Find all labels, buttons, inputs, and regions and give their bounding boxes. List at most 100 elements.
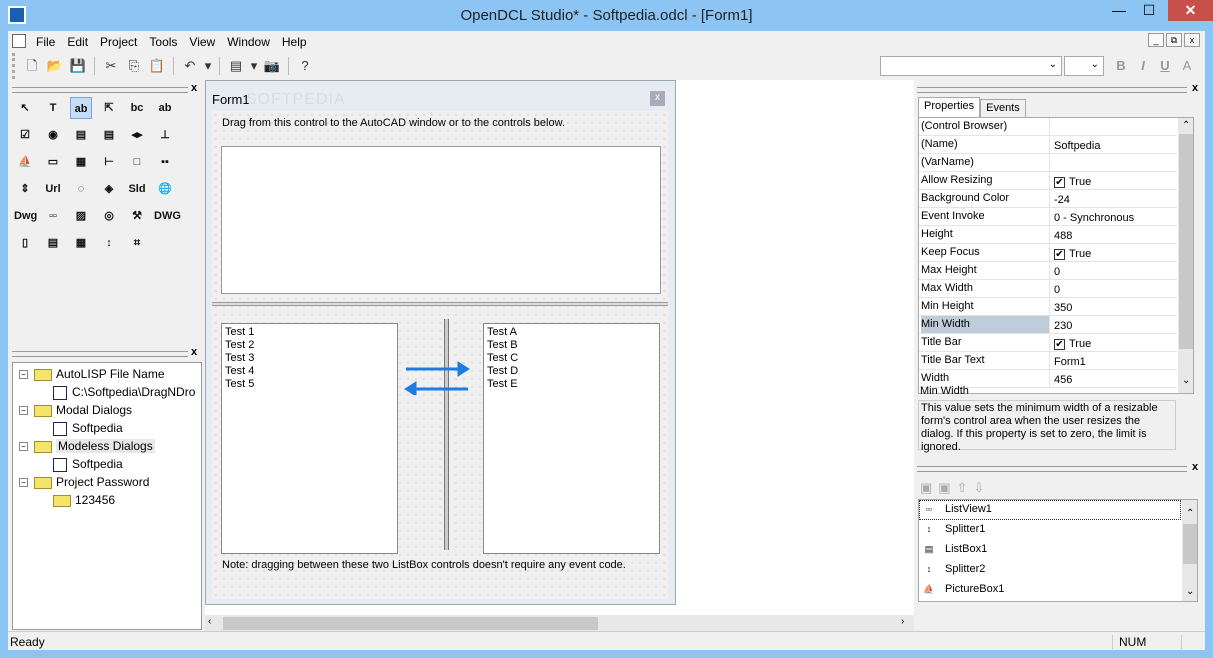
dropdown-icon[interactable]: ▾ xyxy=(248,55,260,77)
mdi-close-button[interactable]: x xyxy=(1184,33,1200,47)
close-button[interactable]: ✕ xyxy=(1168,0,1213,21)
menu-view[interactable]: View xyxy=(183,33,221,51)
drag-source-control[interactable] xyxy=(221,146,661,294)
toolbox-tool-icon[interactable]: ab xyxy=(70,97,92,119)
control-list-item[interactable]: ▫▫ ListView1 xyxy=(919,500,1181,520)
toolbox-tool-icon[interactable]: ▦ xyxy=(70,232,92,254)
toolbox-tool-icon[interactable]: ↖ xyxy=(14,97,36,119)
toolbox-tool-icon[interactable]: ▤ xyxy=(70,124,92,146)
bold-button[interactable]: B xyxy=(1110,55,1132,77)
toolbox-tool-icon[interactable]: Url xyxy=(42,178,64,200)
control-list-item[interactable]: ↕ Splitter1 xyxy=(919,520,1181,540)
toolbox-tool-icon[interactable]: ▭ xyxy=(42,151,64,173)
paste-icon[interactable]: 📋 xyxy=(146,55,168,77)
property-row[interactable]: Max Width 0 xyxy=(919,280,1177,298)
scroll-down-icon[interactable]: ⌄ xyxy=(1182,375,1190,386)
property-row[interactable]: Allow Resizing ✔ True xyxy=(919,172,1177,190)
menu-file[interactable]: File xyxy=(30,33,61,51)
toolbox-tool-icon[interactable]: ▯ xyxy=(14,232,36,254)
checkbox-checked-icon[interactable]: ✔ xyxy=(1054,339,1065,350)
tab-properties[interactable]: Properties xyxy=(918,97,981,118)
tree-item[interactable]: Softpedia xyxy=(19,455,201,473)
toolbox-tool-icon[interactable]: ↕ xyxy=(98,232,120,254)
scroll-down-icon[interactable]: ⌄ xyxy=(1186,586,1194,597)
dropdown-icon[interactable]: ▾ xyxy=(202,55,214,77)
toolbox-tool-icon[interactable]: ▦ xyxy=(70,151,92,173)
move-up-icon[interactable]: ⇧ xyxy=(957,480,968,496)
toolbox-tool-icon[interactable]: ◌ xyxy=(70,178,92,200)
toolbox-tool-icon[interactable]: ▫▫ xyxy=(42,205,64,227)
undo-icon[interactable]: ↶ xyxy=(179,55,201,77)
toolbox-tool-icon[interactable]: bc xyxy=(126,97,148,119)
list-item[interactable]: Test 4 xyxy=(225,365,394,378)
property-value[interactable]: 456 xyxy=(1054,372,1072,388)
form1-window[interactable]: Form1 SOFTPEDIA x Drag from this control… xyxy=(205,80,676,605)
property-value[interactable]: 350 xyxy=(1054,300,1072,316)
form-icon[interactable]: ▤ xyxy=(225,55,247,77)
close-icon[interactable]: x xyxy=(191,346,197,358)
minimize-button[interactable]: — xyxy=(1105,0,1133,21)
scroll-up-icon[interactable]: ⌃ xyxy=(1182,120,1190,131)
collapse-icon[interactable]: − xyxy=(19,442,28,452)
tree-item[interactable]: − Modal Dialogs xyxy=(19,401,201,419)
tree-item[interactable]: C:\Softpedia\DragNDro xyxy=(19,383,201,401)
help-icon[interactable]: ? xyxy=(294,55,316,77)
property-row[interactable]: Background Color -24 xyxy=(919,190,1177,208)
property-row[interactable]: Height 488 xyxy=(919,226,1177,244)
scroll-thumb[interactable] xyxy=(223,617,598,630)
list-item[interactable]: Test D xyxy=(487,365,656,378)
close-icon[interactable]: x xyxy=(1192,82,1198,94)
list-item[interactable]: Test C xyxy=(487,352,656,365)
property-row[interactable]: (Name) Softpedia xyxy=(919,136,1177,154)
list-item[interactable]: Test 5 xyxy=(225,378,394,391)
tree-item[interactable]: − AutoLISP File Name xyxy=(19,365,201,383)
align-button[interactable]: A xyxy=(1176,55,1198,77)
property-value[interactable]: Form1 xyxy=(1054,354,1086,370)
control-list-item[interactable]: ↕ Splitter2 xyxy=(919,560,1181,580)
menu-edit[interactable]: Edit xyxy=(61,33,94,51)
property-value[interactable]: ✔ True xyxy=(1054,174,1091,190)
new-icon[interactable]: 🗋 xyxy=(21,55,43,77)
toolbox-tool-icon[interactable]: □ xyxy=(126,151,148,173)
property-value[interactable]: 230 xyxy=(1054,318,1072,334)
toolbox-tool-icon[interactable]: ▤ xyxy=(98,124,120,146)
toolbox-tool-icon[interactable]: Dwg xyxy=(14,205,37,227)
save-icon[interactable]: 💾 xyxy=(67,55,89,77)
property-row[interactable]: Title Bar ✔ True xyxy=(919,334,1177,352)
scroll-thumb[interactable] xyxy=(1183,524,1197,564)
list-item[interactable]: Test 3 xyxy=(225,352,394,365)
toolbox-tool-icon[interactable]: 🌐 xyxy=(154,178,176,200)
toolbox-tool-icon[interactable]: ◎ xyxy=(98,205,120,227)
collapse-icon[interactable]: − xyxy=(19,406,28,416)
toolbox-tool-icon[interactable]: ☑ xyxy=(14,124,36,146)
toolbox-tool-icon[interactable]: ▨ xyxy=(70,205,92,227)
control-list-scrollbar[interactable]: ⌃ ⌄ xyxy=(1182,500,1197,601)
right-listbox[interactable]: Test A Test B Test C Test D Test E xyxy=(483,323,660,554)
property-value[interactable]: -24 xyxy=(1054,192,1070,208)
horizontal-splitter[interactable] xyxy=(212,302,668,306)
camera-icon[interactable]: 📷 xyxy=(261,55,283,77)
property-row[interactable]: Min Width 230 xyxy=(919,316,1177,334)
toolbox-tool-icon[interactable]: ◂▸ xyxy=(126,124,148,146)
mdi-restore-button[interactable]: ⧉ xyxy=(1166,33,1182,47)
control-list-item[interactable]: ▤ ListBox1 xyxy=(919,540,1181,560)
maximize-button[interactable]: ☐ xyxy=(1135,0,1163,21)
panel-grip[interactable] xyxy=(917,466,1187,472)
control-list-item[interactable]: ⛵ PictureBox1 xyxy=(919,580,1181,600)
toolbox-tool-icon[interactable]: ▪▪ xyxy=(154,151,176,173)
copy-icon[interactable]: ⎘ xyxy=(123,55,145,77)
toolbox-tool-icon[interactable]: ▤ xyxy=(42,232,64,254)
menu-window[interactable]: Window xyxy=(221,33,276,51)
panel-grip[interactable] xyxy=(12,351,188,357)
toolbox-tool-icon[interactable]: ◈ xyxy=(98,178,120,200)
toolbox-tool-icon[interactable]: ⚒ xyxy=(126,205,148,227)
toolbox-tool-icon[interactable]: ab xyxy=(154,97,176,119)
toolbox-tool-icon[interactable]: ⊥ xyxy=(154,124,176,146)
list-item[interactable]: Test A xyxy=(487,326,656,339)
tree-item[interactable]: − Modeless Dialogs xyxy=(19,437,201,455)
horizontal-scrollbar[interactable]: ‹ › xyxy=(205,615,914,632)
scroll-up-icon[interactable]: ⌃ xyxy=(1186,508,1194,519)
property-row[interactable]: Title Bar Text Form1 xyxy=(919,352,1177,370)
toolbox-tool-icon[interactable]: T xyxy=(42,97,64,119)
toolbox-tool-icon[interactable]: DWG xyxy=(154,205,181,227)
